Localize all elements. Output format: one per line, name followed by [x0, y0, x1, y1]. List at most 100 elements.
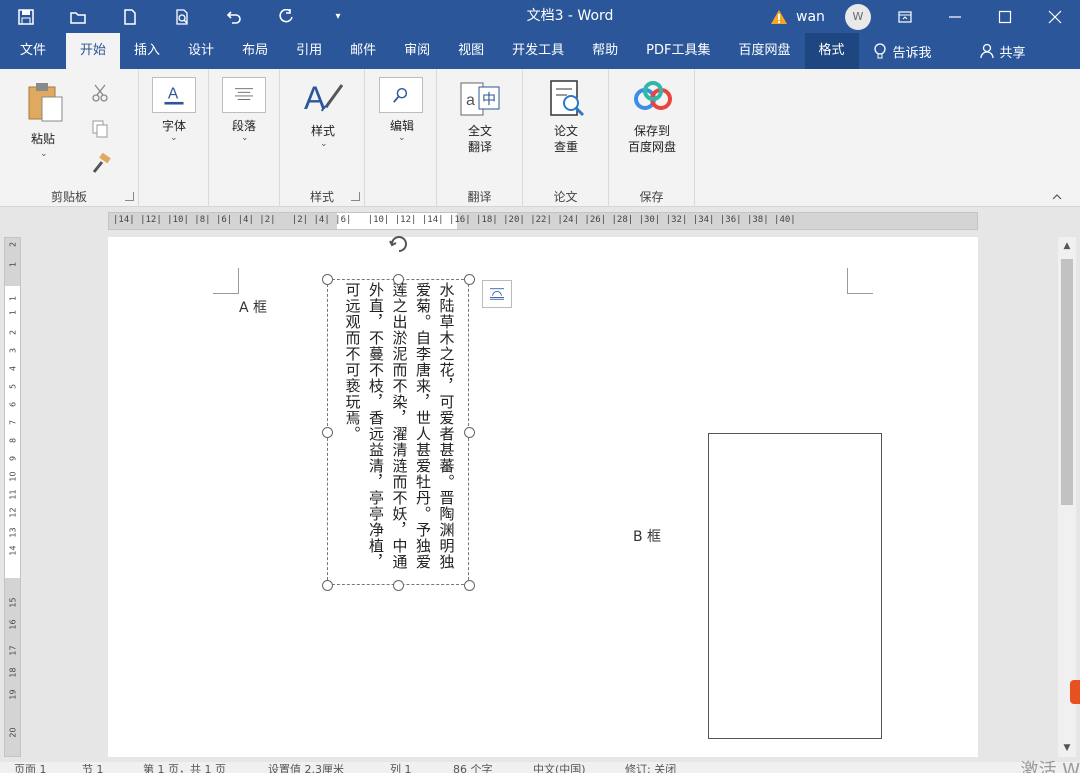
save-icon[interactable] [0, 0, 52, 33]
margin-corner-top-left [213, 268, 239, 294]
tab-mailings[interactable]: 邮件 [336, 33, 390, 69]
editing-label[interactable]: 编辑 [377, 118, 427, 134]
styles-icon[interactable]: A [302, 77, 346, 117]
tab-file[interactable]: 文件 [0, 33, 66, 69]
scroll-thumb[interactable] [1061, 259, 1073, 505]
styles-label[interactable]: 样式 [298, 123, 348, 139]
editing-icon[interactable] [379, 77, 423, 113]
scroll-down-icon[interactable]: ▼ [1058, 739, 1076, 757]
editing-group: 编辑 ⌄ [365, 69, 437, 207]
clipboard-launcher-icon[interactable] [125, 192, 134, 201]
print-preview-icon[interactable] [156, 0, 208, 33]
editing-caret-icon[interactable]: ⌄ [398, 133, 406, 143]
resize-handle-w[interactable] [322, 427, 333, 438]
paste-icon[interactable] [26, 81, 66, 123]
translate-label-2[interactable]: 翻译 [455, 139, 505, 155]
minimize-icon[interactable] [930, 0, 980, 33]
vruler-num: 14 [8, 545, 18, 556]
status-language[interactable]: 中文(中国) [533, 762, 586, 773]
vruler-num: 1 [8, 295, 18, 302]
paragraph-label[interactable]: 段落 [219, 118, 269, 134]
styles-caret-icon[interactable]: ⌄ [320, 139, 328, 149]
resize-handle-ne[interactable] [464, 274, 475, 285]
customize-qat-icon[interactable]: ▾ [312, 0, 364, 33]
vertical-scrollbar[interactable]: ▲ ▼ [1058, 237, 1076, 757]
close-icon[interactable] [1030, 0, 1080, 33]
save-label-1[interactable]: 保存到 [617, 123, 687, 139]
tab-baidu-netdisk[interactable]: 百度网盘 [725, 33, 805, 69]
font-caret-icon[interactable]: ⌄ [170, 133, 178, 143]
paste-label[interactable]: 粘贴 [18, 131, 68, 147]
styles-launcher-icon[interactable] [351, 192, 360, 201]
translate-label-1[interactable]: 全文 [455, 123, 505, 139]
paragraph-caret-icon[interactable]: ⌄ [241, 133, 249, 143]
tab-design[interactable]: 设计 [174, 33, 228, 69]
ribbon-display-options-icon[interactable] [880, 0, 930, 33]
frame-b-box[interactable] [708, 433, 882, 739]
font-icon[interactable]: A [152, 77, 196, 113]
user-name[interactable]: wan [796, 9, 825, 25]
rotate-handle-icon[interactable] [388, 233, 410, 255]
paragraph-icon[interactable] [222, 77, 266, 113]
resize-handle-s[interactable] [393, 580, 404, 591]
tab-format[interactable]: 格式 [804, 33, 859, 69]
paper-check-icon[interactable] [547, 79, 587, 119]
horizontal-ruler[interactable]: |14| |12| |10| |8| |6| |4| |2| |2| |4| |… [108, 212, 978, 230]
paste-caret-icon[interactable]: ⌄ [40, 149, 48, 159]
tab-references[interactable]: 引用 [282, 33, 336, 69]
cut-icon[interactable] [90, 83, 110, 103]
baidu-netdisk-icon[interactable] [631, 81, 675, 115]
resize-handle-se[interactable] [464, 580, 475, 591]
frame-b-label: B 框 [633, 529, 662, 545]
status-words[interactable]: 86 个字 [453, 762, 493, 773]
tab-layout[interactable]: 布局 [228, 33, 282, 69]
tab-home[interactable]: 开始 [66, 33, 121, 69]
status-page[interactable]: 页面 1 [14, 762, 47, 773]
resize-handle-n[interactable] [393, 274, 404, 285]
collapse-ribbon-icon[interactable] [1052, 192, 1062, 202]
translate-icon[interactable]: a 中 [459, 79, 503, 119]
vruler-num: 6 [8, 401, 18, 408]
clipboard-group: 粘贴 ⌄ 剪贴板 [0, 69, 139, 207]
title-bar: ▾ 文档3 - Word wan W [0, 0, 1080, 33]
tell-me-button[interactable]: 告诉我 [859, 33, 946, 69]
redo-icon[interactable] [260, 0, 312, 33]
tab-view[interactable]: 视图 [444, 33, 498, 69]
copy-icon[interactable] [90, 119, 110, 139]
side-badge-icon[interactable] [1070, 680, 1080, 704]
resize-handle-e[interactable] [464, 427, 475, 438]
paper-label-2[interactable]: 查重 [541, 139, 591, 155]
new-document-icon[interactable] [104, 0, 156, 33]
font-label[interactable]: 字体 [149, 118, 199, 134]
open-folder-icon[interactable] [52, 0, 104, 33]
maximize-icon[interactable] [980, 0, 1030, 33]
tab-pdf-tools[interactable]: PDF工具集 [632, 33, 724, 69]
status-row[interactable]: 列 1 [390, 762, 412, 773]
status-track-changes[interactable]: 修订: 关闭 [625, 762, 676, 773]
save-label-2[interactable]: 百度网盘 [617, 139, 687, 155]
tab-review[interactable]: 审阅 [390, 33, 444, 69]
warning-icon[interactable] [770, 9, 788, 25]
paper-label-1[interactable]: 论文 [541, 123, 591, 139]
status-position[interactable]: 设置值 2.3厘米 [268, 762, 344, 773]
vertical-text-box[interactable]: 水陆草木之花，可爱者甚蕃。晋陶渊明独爱菊。自李唐来，世人甚爱牡丹。予独爱莲之出淤… [322, 274, 475, 591]
document-page[interactable]: A 框 水陆草木之花，可爱者甚蕃。晋陶渊明独爱菊。自李唐来，世人甚爱牡丹。予独爱… [108, 236, 978, 757]
format-painter-icon[interactable] [90, 153, 112, 175]
avatar[interactable]: W [844, 3, 871, 30]
undo-icon[interactable] [208, 0, 260, 33]
status-pages[interactable]: 第 1 页，共 1 页 [143, 762, 226, 773]
scroll-up-icon[interactable]: ▲ [1058, 237, 1076, 255]
tab-insert[interactable]: 插入 [120, 33, 174, 69]
share-button[interactable]: 共享 [966, 33, 1040, 69]
tab-developer[interactable]: 开发工具 [498, 33, 578, 69]
vruler-num: 1 [8, 309, 18, 316]
resize-handle-nw[interactable] [322, 274, 333, 285]
text-box-content[interactable]: 水陆草木之花，可爱者甚蕃。晋陶渊明独爱菊。自李唐来，世人甚爱牡丹。予独爱莲之出淤… [340, 282, 458, 582]
vertical-ruler[interactable]: 2 1 1 1 2 3 4 5 6 7 8 9 10 11 12 13 14 1… [4, 237, 21, 757]
resize-handle-sw[interactable] [322, 580, 333, 591]
paper-group: 论文 查重 论文 [523, 69, 609, 207]
layout-options-button[interactable] [482, 280, 512, 308]
vruler-num: 18 [8, 667, 18, 678]
tab-help[interactable]: 帮助 [578, 33, 632, 69]
status-section[interactable]: 节 1 [82, 762, 104, 773]
